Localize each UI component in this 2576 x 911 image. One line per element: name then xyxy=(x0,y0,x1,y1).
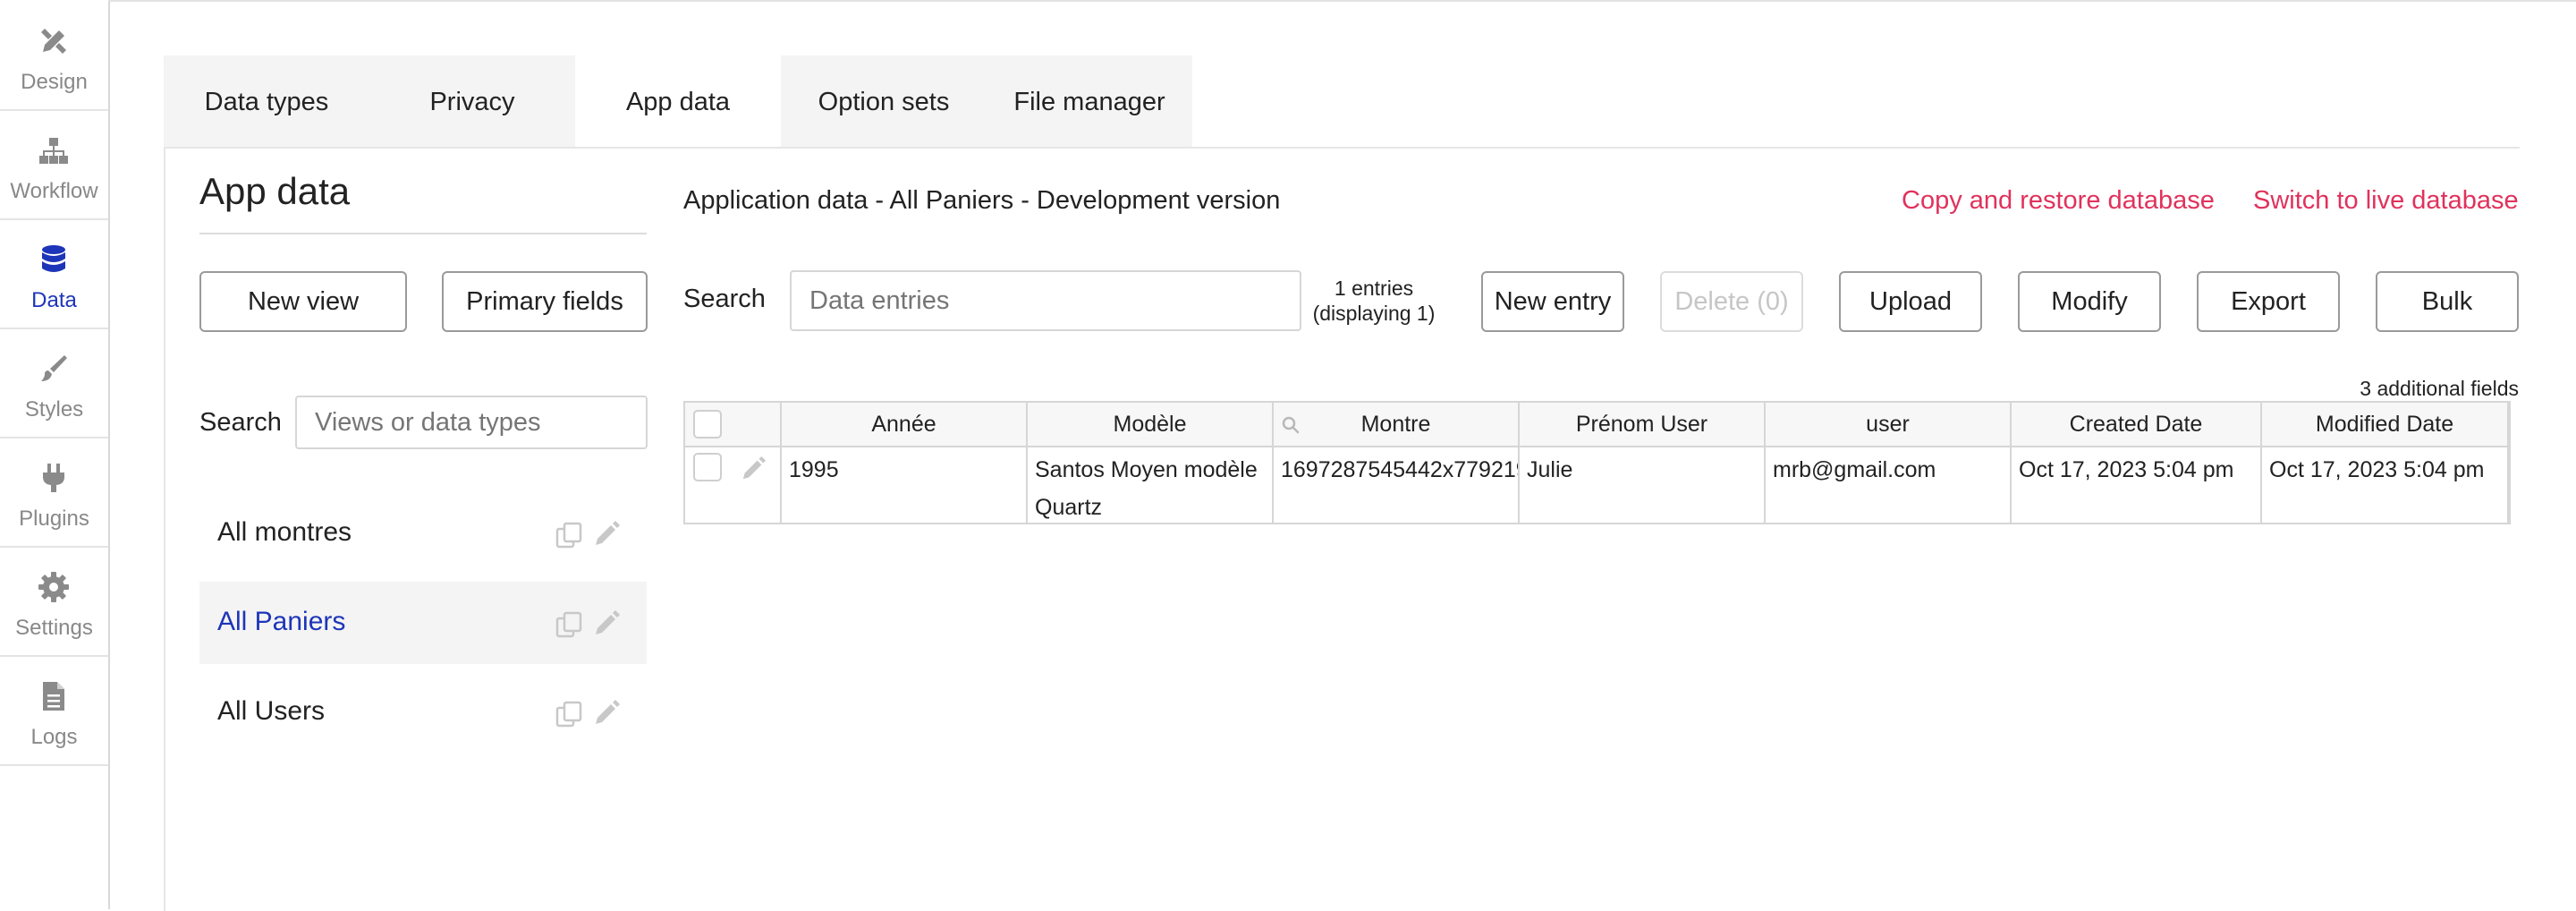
delete-button[interactable]: Delete (0) xyxy=(1660,271,1803,332)
edit-icon[interactable] xyxy=(593,521,620,548)
nav-item-data[interactable]: Data xyxy=(0,218,108,329)
database-icon xyxy=(42,245,65,272)
nav-item-styles[interactable]: Styles xyxy=(0,328,108,438)
row-select-cell xyxy=(685,447,782,524)
primary-fields-button[interactable]: Primary fields xyxy=(442,271,648,332)
nav-item-plugins[interactable]: Plugins xyxy=(0,437,108,548)
cell-prenom-user: Julie xyxy=(1520,447,1766,524)
data-table: Année Modèle Montre Prénom User user Cre… xyxy=(683,401,2511,524)
column-header-modified-date[interactable]: Modified Date xyxy=(2262,403,2509,447)
nav-label: Workflow xyxy=(10,179,98,203)
workflow-icon xyxy=(39,138,68,164)
top-divider xyxy=(108,0,2576,2)
view-item-all-users[interactable]: All Users xyxy=(199,671,647,753)
column-header-label: Montre xyxy=(1360,412,1431,437)
title-divider xyxy=(199,233,647,234)
nav-item-design[interactable]: Design xyxy=(0,0,108,111)
edit-icon[interactable] xyxy=(593,610,620,637)
copy-icon[interactable] xyxy=(555,700,583,728)
row-checkbox[interactable] xyxy=(693,453,722,481)
view-item-all-montres[interactable]: All montres xyxy=(199,492,647,575)
column-header-prenom-user[interactable]: Prénom User xyxy=(1520,403,1766,447)
additional-fields-link[interactable]: 3 additional fields xyxy=(2218,377,2519,401)
modify-button[interactable]: Modify xyxy=(2018,271,2161,332)
tab-app-data[interactable]: App data xyxy=(575,55,781,149)
copy-icon[interactable] xyxy=(555,610,583,639)
views-search-input[interactable] xyxy=(295,396,648,449)
cell-user: mrb@gmail.com xyxy=(1766,447,2012,524)
nav-label: Settings xyxy=(15,616,93,640)
nav-item-workflow[interactable]: Workflow xyxy=(0,109,108,220)
data-view-subtitle: Application data - All Paniers - Develop… xyxy=(683,186,1281,215)
entries-search-input[interactable] xyxy=(790,270,1301,331)
cell-created-date: Oct 17, 2023 5:04 pm xyxy=(2012,447,2262,524)
entries-count: 1 entries (displaying 1) xyxy=(1299,276,1449,326)
entries-count-displaying: (displaying 1) xyxy=(1312,302,1436,325)
entries-count-total: 1 entries xyxy=(1334,277,1414,300)
export-button[interactable]: Export xyxy=(2197,271,2340,332)
cell-annee: 1995 xyxy=(782,447,1028,524)
tab-privacy[interactable]: Privacy xyxy=(369,55,575,149)
page-title: App data xyxy=(199,170,351,212)
nav-item-logs[interactable]: Logs xyxy=(0,655,108,766)
nav-label: Data xyxy=(31,288,77,312)
switch-live-database-link[interactable]: Switch to live database xyxy=(2253,186,2519,216)
cell-modele: Santos Moyen modèle Quartz xyxy=(1028,447,1274,524)
view-item-all-paniers[interactable]: All Paniers xyxy=(199,582,647,664)
views-search-label: Search xyxy=(199,408,282,437)
new-view-button[interactable]: New view xyxy=(199,271,407,332)
column-header-annee[interactable]: Année xyxy=(782,403,1028,447)
edit-icon[interactable] xyxy=(593,700,620,727)
nav-label: Logs xyxy=(30,725,78,749)
column-header-montre[interactable]: Montre xyxy=(1274,403,1520,447)
column-header-created-date[interactable]: Created Date xyxy=(2012,403,2262,447)
edit-icon[interactable] xyxy=(741,456,766,481)
design-icon xyxy=(41,29,66,54)
view-label: All montres xyxy=(217,517,352,547)
cell-montre: 1697287545442x779219 xyxy=(1274,447,1520,524)
copy-icon[interactable] xyxy=(555,521,583,549)
column-header-modele[interactable]: Modèle xyxy=(1028,403,1274,447)
gear-icon xyxy=(38,572,69,602)
left-navigation: Design Workflow Data Styles Plugins Sett… xyxy=(0,0,110,909)
plug-icon xyxy=(43,464,64,492)
entries-search-label: Search xyxy=(683,285,766,313)
cell-modified-date: Oct 17, 2023 5:04 pm xyxy=(2262,447,2509,524)
nav-label: Plugins xyxy=(19,507,89,531)
bulk-button[interactable]: Bulk xyxy=(2376,271,2519,332)
brush-icon xyxy=(41,355,67,381)
view-label: All Paniers xyxy=(217,607,346,636)
tab-option-sets[interactable]: Option sets xyxy=(781,55,987,149)
search-icon[interactable] xyxy=(1281,415,1301,435)
column-header-user[interactable]: user xyxy=(1766,403,2012,447)
tab-file-manager[interactable]: File manager xyxy=(987,55,1192,149)
header-select-cell xyxy=(685,403,782,447)
nav-label: Design xyxy=(21,70,88,94)
nav-label: Styles xyxy=(24,397,84,421)
tab-data-types[interactable]: Data types xyxy=(164,55,369,149)
copy-restore-database-link[interactable]: Copy and restore database xyxy=(1902,186,2215,216)
upload-button[interactable]: Upload xyxy=(1839,271,1982,332)
view-label: All Users xyxy=(217,696,326,726)
select-all-checkbox[interactable] xyxy=(693,410,722,438)
document-icon xyxy=(43,682,64,711)
nav-item-settings[interactable]: Settings xyxy=(0,546,108,657)
new-entry-button[interactable]: New entry xyxy=(1481,271,1624,332)
